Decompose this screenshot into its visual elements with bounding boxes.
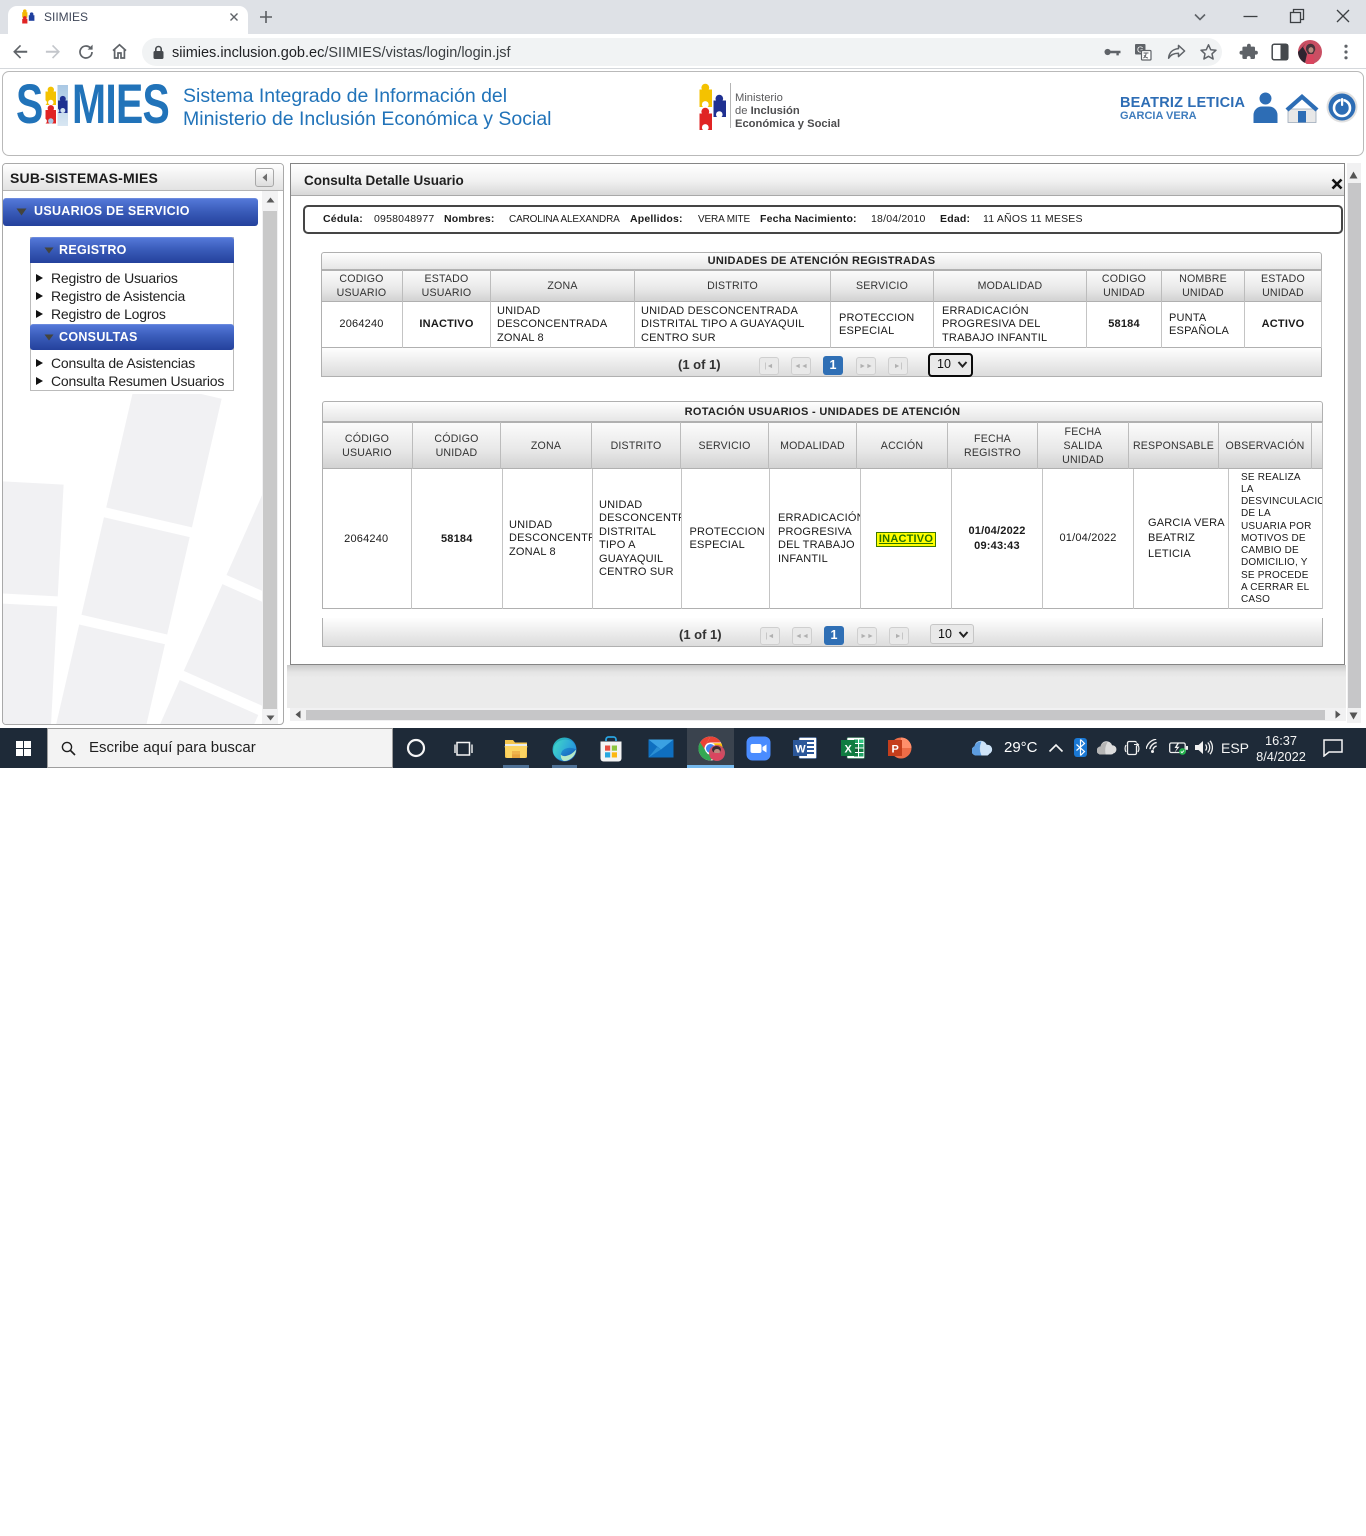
svg-text:P: P <box>892 744 899 756</box>
svg-text:X: X <box>845 744 853 756</box>
svg-text:W: W <box>795 744 806 756</box>
